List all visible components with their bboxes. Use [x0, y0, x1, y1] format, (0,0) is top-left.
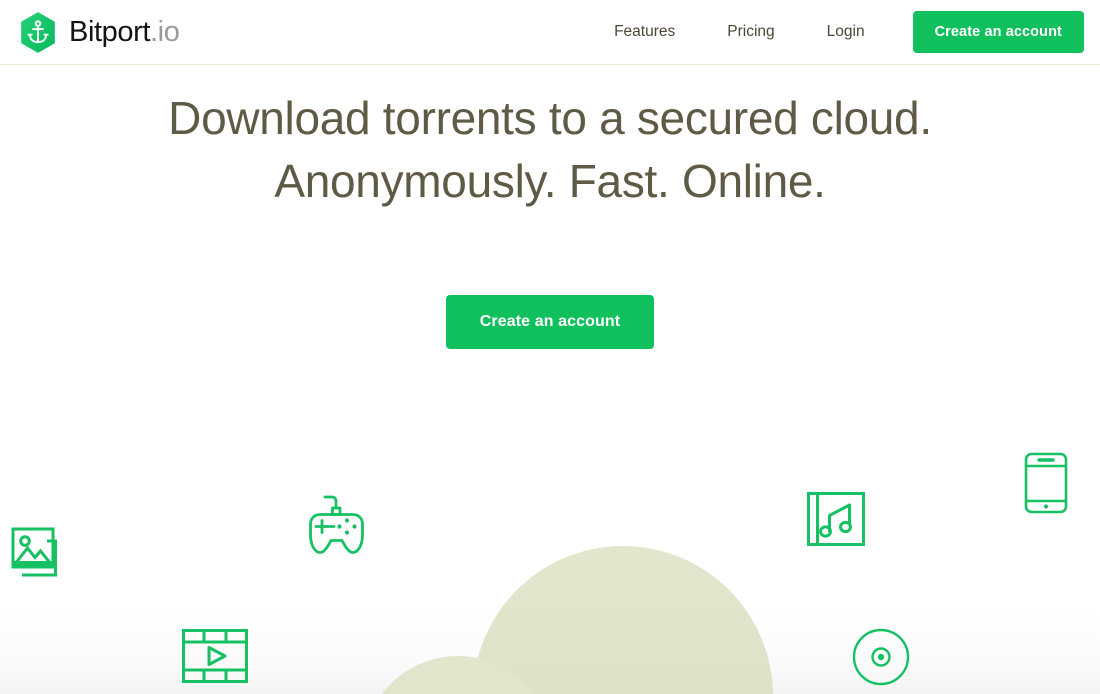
headline-line-2: Anonymously. Fast. Online. — [274, 155, 826, 208]
music-icon — [806, 491, 866, 547]
landing-page: Bitport.io Features Pricing Login Create… — [0, 0, 1100, 694]
brand-tld-text: .io — [150, 15, 180, 48]
gamepad-icon — [301, 492, 373, 558]
brand-wordmark: Bitport.io — [69, 15, 180, 48]
hero-section: Download torrents to a secured cloud. An… — [0, 65, 1100, 349]
photos-icon — [8, 521, 70, 583]
site-header: Bitport.io Features Pricing Login Create… — [0, 0, 1100, 65]
phone-icon — [1024, 452, 1068, 514]
film-icon — [181, 628, 249, 684]
disc-icon — [851, 627, 911, 687]
brand-name-text: Bitport — [69, 15, 151, 48]
hero-cta-container: Create an account — [0, 294, 1100, 349]
nav-link-pricing[interactable]: Pricing — [701, 15, 800, 49]
cloud-shape — [330, 536, 782, 694]
nav-link-login[interactable]: Login — [801, 15, 891, 49]
brand-logo-link[interactable]: Bitport.io — [18, 10, 180, 55]
headline-line-1: Download torrents to a secured cloud. — [168, 92, 932, 144]
main-navigation: Features Pricing Login Create an account — [588, 11, 1084, 53]
header-create-account-button[interactable]: Create an account — [912, 11, 1084, 53]
anchor-hexagon-icon — [18, 10, 58, 55]
hero-create-account-button[interactable]: Create an account — [445, 294, 655, 349]
nav-link-features[interactable]: Features — [588, 15, 701, 49]
page-title: Download torrents to a secured cloud. An… — [0, 87, 1100, 214]
